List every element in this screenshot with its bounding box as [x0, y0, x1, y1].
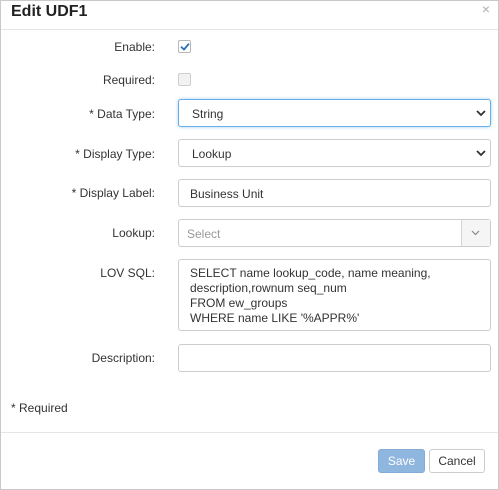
- lov-sql-line: WHERE name LIKE '%APPR%': [190, 311, 360, 325]
- data-type-value: String: [192, 107, 224, 121]
- lookup-dropdown-button[interactable]: [461, 220, 490, 246]
- required-checkbox[interactable]: [178, 73, 191, 86]
- close-icon[interactable]: ×: [482, 1, 490, 17]
- chevron-down-icon: [476, 150, 486, 157]
- dialog-header: Edit UDF1 ×: [1, 1, 498, 30]
- footer-divider: [1, 432, 498, 433]
- chevron-down-icon: [476, 110, 486, 117]
- chevron-down-icon: [471, 230, 480, 236]
- required-note: * Required: [11, 401, 68, 415]
- lookup-placeholder: Select: [187, 227, 221, 241]
- lov-sql-label: LOV SQL:: [100, 266, 155, 280]
- lookup-label: Lookup:: [112, 226, 155, 240]
- edit-udf-dialog: Edit UDF1 × Enable: Required: * Data Typ…: [0, 0, 499, 490]
- lov-sql-line: SELECT name lookup_code, name meaning,: [190, 266, 431, 280]
- lov-sql-line: description,rownum seq_num: [190, 281, 347, 295]
- cancel-button[interactable]: Cancel: [429, 449, 485, 473]
- required-label: Required:: [102, 73, 155, 87]
- lov-sql-line: FROM ew_groups: [190, 296, 288, 310]
- display-label-input[interactable]: Business Unit: [178, 179, 491, 207]
- lookup-select[interactable]: Select: [178, 219, 491, 247]
- description-input[interactable]: [178, 344, 491, 372]
- enable-checkbox[interactable]: [178, 40, 191, 53]
- dialog-title: Edit UDF1: [11, 3, 88, 20]
- enable-label: Enable:: [114, 40, 155, 54]
- checkmark-icon: [180, 43, 190, 51]
- lov-sql-textarea[interactable]: SELECT name lookup_code, name meaning, d…: [178, 259, 491, 331]
- save-button[interactable]: Save: [378, 449, 425, 473]
- display-label-label: * Display Label:: [71, 186, 155, 200]
- description-label: Description:: [91, 351, 155, 365]
- data-type-label: * Data Type:: [89, 107, 155, 121]
- data-type-select[interactable]: String: [178, 99, 491, 127]
- display-type-label: * Display Type:: [75, 147, 155, 161]
- display-type-value: Lookup: [192, 147, 232, 161]
- display-type-select[interactable]: Lookup: [178, 139, 491, 167]
- display-label-value: Business Unit: [190, 187, 264, 201]
